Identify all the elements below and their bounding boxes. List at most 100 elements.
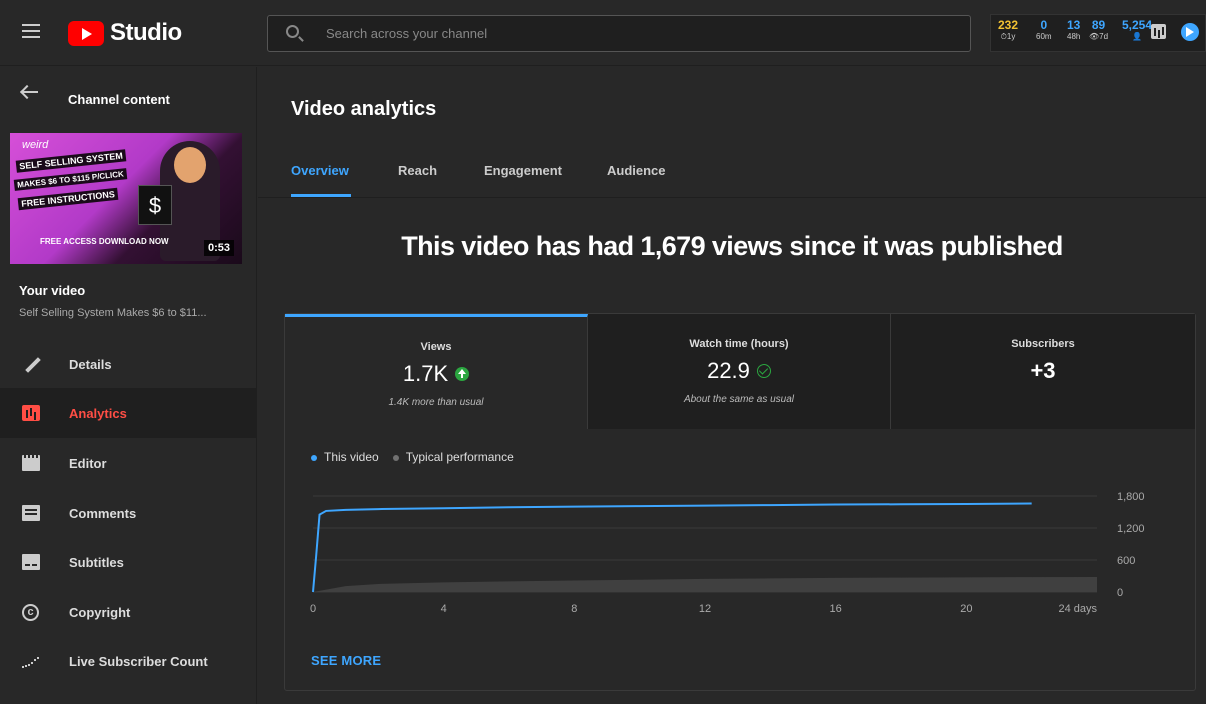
stat-label: ⏱1y: [1000, 32, 1016, 41]
stat-value: 13: [1067, 18, 1081, 32]
x-tick-label: 16: [830, 603, 842, 615]
hamburger-menu-icon[interactable]: [22, 24, 40, 38]
video-duration: 0:53: [203, 240, 234, 256]
comments-icon: [22, 505, 40, 521]
views-headline: This video has had 1,679 views since it …: [401, 231, 1063, 261]
bar-chart-icon[interactable]: [1151, 24, 1166, 39]
legend-dot-icon: [311, 454, 317, 461]
metric-label: Watch time (hours): [689, 338, 789, 350]
metric-value-row: 1.7K: [285, 361, 587, 387]
nav-item-live-subscriber-count[interactable]: Live Subscriber Count: [0, 636, 256, 686]
extension-play-icon[interactable]: [1181, 23, 1199, 41]
subtitles-icon: [22, 554, 40, 570]
pencil-icon: [22, 356, 40, 372]
see-more-link[interactable]: SEE MORE: [311, 653, 381, 668]
main-content: Video analytics Overview Reach Engagemen…: [258, 67, 1206, 704]
search-box[interactable]: [267, 15, 971, 52]
thumbnail-text: weird: [22, 139, 49, 151]
nav-label: Details: [69, 356, 112, 372]
stats-widget[interactable]: 232 ⏱1y 0 60m 13 48h 89 👁7d 5,254 👤: [990, 14, 1206, 52]
stat-1y: 232 ⏱1y: [998, 19, 1018, 41]
stat-value: 0: [1040, 18, 1048, 32]
dollar-logo-icon: $: [138, 185, 172, 225]
metric-note: About the same as usual: [683, 394, 795, 405]
nav-label: Comments: [69, 505, 137, 521]
y-tick-label: 1,800: [1117, 491, 1145, 503]
stat-label: 👁7d: [1089, 32, 1109, 41]
channel-content-title[interactable]: Channel content: [68, 92, 170, 107]
stat-subscribers: 5,254 👤: [1122, 19, 1152, 41]
x-tick-label: 0: [310, 603, 316, 615]
stat-value: 232: [998, 18, 1019, 32]
metric-watch-time[interactable]: Watch time (hours) 22.9 About the same a…: [588, 314, 891, 429]
series-typical-performance-area: [313, 576, 1097, 592]
stat-label: 👤: [1132, 32, 1142, 41]
copyright-icon: c: [22, 604, 39, 621]
nav-label: Copyright: [69, 604, 131, 620]
metric-value: +3: [1030, 358, 1056, 383]
x-tick-label: 8: [571, 603, 577, 615]
stat-7d: 89 👁7d: [1089, 19, 1108, 41]
check-circle-icon: [756, 364, 771, 378]
editor-icon: [22, 455, 40, 471]
nav-label: Subtitles: [69, 554, 124, 570]
metric-value-row: 22.9: [588, 358, 890, 384]
views-line-chart: 0 600 1,200 1,800 0 4 8 12 16 20 24 days: [310, 491, 1145, 615]
metric-note: 1.4K more than usual: [388, 397, 484, 408]
x-tick-label: 24 days: [1058, 603, 1097, 615]
active-tab-indicator: [291, 194, 351, 197]
stat-label: 60m: [1036, 32, 1052, 41]
live-subscriber-count-icon: [22, 653, 40, 669]
nav-item-analytics[interactable]: Analytics: [0, 388, 256, 438]
stat-48h: 13 48h: [1067, 19, 1080, 41]
your-video-label: Your video: [19, 283, 86, 298]
y-tick-label: 1,200: [1117, 523, 1145, 535]
x-tick-label: 4: [441, 603, 447, 615]
nav-label: Editor: [69, 455, 107, 471]
tab-bar: Overview Reach Engagement Audience: [258, 152, 1206, 198]
thumbnail-text: FREE ACCESS DOWNLOAD NOW: [40, 237, 169, 246]
thumbnail-text: FREE INSTRUCTIONS: [17, 187, 119, 211]
stat-value: 89: [1091, 18, 1106, 32]
tab-engagement[interactable]: Engagement: [484, 163, 562, 178]
tab-audience[interactable]: Audience: [607, 163, 666, 178]
metric-views[interactable]: Views 1.7K 1.4K more than usual: [285, 314, 588, 429]
nav-item-comments[interactable]: Comments: [0, 488, 256, 538]
nav-label: Analytics: [69, 405, 127, 421]
nav-item-subtitles[interactable]: Subtitles: [0, 537, 256, 587]
y-tick-label: 0: [1117, 587, 1123, 599]
metric-value: 1.7K: [402, 361, 449, 386]
tab-reach[interactable]: Reach: [398, 163, 437, 178]
video-thumbnail[interactable]: weird SELF SELLING SYSTEM MAKES $6 TO $1…: [10, 133, 242, 264]
analytics-icon: [22, 405, 40, 421]
legend-label: Typical performance: [405, 450, 514, 464]
legend-label: This video: [324, 450, 379, 464]
stat-value: 5,254: [1122, 18, 1153, 32]
page-title: Video analytics: [291, 98, 437, 120]
top-bar: Studio 232 ⏱1y 0 60m 13 48h 89 👁7d 5,254…: [0, 0, 1206, 66]
nav-label: Live Subscriber Count: [69, 653, 208, 669]
x-tick-label: 20: [960, 603, 972, 615]
back-arrow-icon[interactable]: [22, 91, 38, 93]
video-title: Self Selling System Makes $6 to $11...: [19, 307, 207, 319]
legend-item-this-video[interactable]: This video: [311, 450, 379, 464]
chart-legend: This video Typical performance: [311, 450, 514, 464]
logo-text: Studio: [110, 19, 182, 46]
nav-item-copyright[interactable]: c Copyright: [0, 587, 256, 637]
youtube-logo-icon: [68, 20, 104, 46]
search-input[interactable]: [326, 16, 946, 51]
legend-item-typical-performance[interactable]: Typical performance: [392, 450, 514, 464]
stat-label: 48h: [1067, 32, 1081, 41]
search-icon: [286, 25, 299, 38]
metric-label: Views: [420, 341, 452, 353]
youtube-studio-logo[interactable]: Studio: [68, 19, 182, 46]
metric-value: 22.9: [707, 358, 750, 383]
nav-item-editor[interactable]: Editor: [0, 438, 256, 488]
up-arrow-icon: [455, 367, 470, 381]
metric-subscribers[interactable]: Subscribers +3: [891, 314, 1195, 429]
overview-card: Views 1.7K 1.4K more than usual Watch ti…: [284, 313, 1196, 691]
nav-item-details[interactable]: Details: [0, 339, 256, 389]
y-tick-label: 600: [1117, 555, 1135, 567]
tab-overview[interactable]: Overview: [291, 163, 349, 178]
sidebar: Channel content weird SELF SELLING SYSTE…: [0, 67, 257, 704]
